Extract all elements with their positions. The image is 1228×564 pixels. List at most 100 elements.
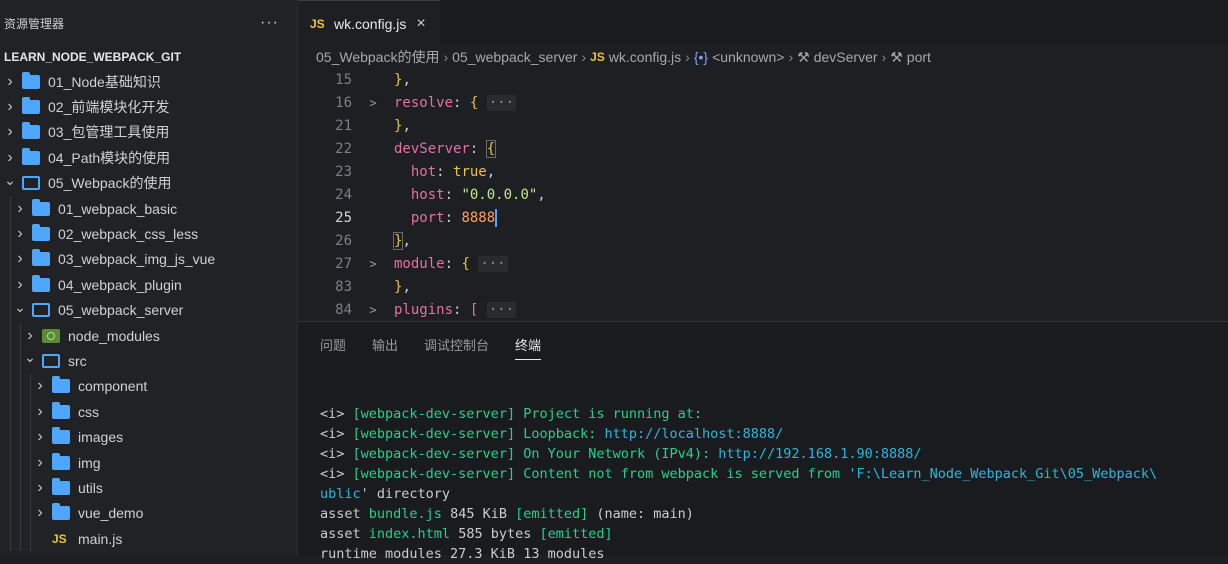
folded-dots[interactable]: ··· [478,255,508,272]
tree-item[interactable]: › 01_webpack_basic [0,195,297,222]
fold-toggle[interactable]: > [352,303,394,317]
indent-guide [30,449,31,476]
tree-item[interactable]: › node_modules [0,322,297,349]
tree-item-label: 05_Webpack的使用 [48,175,172,192]
folded-dots[interactable]: ··· [486,301,517,318]
tree-item[interactable]: › vue_demo [0,500,297,527]
terminal-line: asset bundle.js 845 KiB [emitted] (name:… [320,504,1157,524]
indent-guide [10,246,11,273]
project-root[interactable]: LEARN_NODE_WEBPACK_GIT [0,46,297,68]
tree-item-label: 03_webpack_img_js_vue [58,251,216,268]
indent-guide [10,272,11,298]
explorer-sidebar: 资源管理器 ··· LEARN_NODE_WEBPACK_GIT › 01_Nod… [0,0,298,554]
key: host [410,186,445,203]
terminal-path: ublic [320,486,361,502]
breadcrumb-item-unknown[interactable]: <unknown> [712,49,784,65]
more-actions-icon[interactable]: ··· [260,14,279,32]
indent-guide [10,500,11,527]
indent-guide [10,221,11,247]
tree-item[interactable]: › 03_webpack_img_js_vue [0,246,297,273]
brace: [ [469,301,479,318]
emitted-tag: [emitted] [515,506,589,522]
terminal-text: ' directory [360,486,451,502]
tree-item[interactable]: › css [0,399,297,425]
tab-wk-config[interactable]: JS wk.config.js × [298,0,440,46]
tab-debug-console[interactable]: 调试控制台 [424,329,489,360]
fold-toggle[interactable]: > [352,96,394,110]
tree-item[interactable]: › images [0,424,297,450]
node-modules-folder-icon [42,328,60,343]
indent-guide [10,297,11,323]
object-icon: {•} [693,49,709,65]
info-prefix: <i> [320,406,353,422]
code-editor[interactable]: 15 }, 16 > resolve: { ··· 21 }, 22 devSe… [298,68,1228,321]
chevron-right-icon: › [17,225,23,243]
tree-item[interactable]: › 01_Node基础知识 [0,69,297,94]
indent-guide [10,526,11,552]
punct: , [402,117,411,134]
terminal-text: (name: main) [588,506,694,522]
dev-server-tag: [webpack-dev-server] [352,466,516,482]
folder-icon [32,249,50,267]
folder-open-icon [42,353,60,368]
tab-terminal[interactable]: 终端 [515,329,542,360]
code-line: 16 > resolve: { ··· [298,91,1228,114]
tree-item[interactable]: › 02_webpack_css_less [0,221,297,247]
breadcrumb-item-devserver[interactable]: devServer [814,49,878,65]
indent-guide [30,399,31,425]
terminal-text: Content not from webpack is served from [515,466,849,482]
folded-dots[interactable]: ··· [486,94,517,111]
tab-problems[interactable]: 问题 [320,329,346,360]
indent-guide [10,195,11,222]
line-number: 16 [335,94,352,111]
terminal-link[interactable]: http://localhost:8888/ [604,426,783,442]
indent-guide [30,475,31,501]
tree-item[interactable]: › utils [0,475,297,501]
tree-item[interactable]: › 03_包管理工具使用 [0,120,297,145]
indent-guide [20,322,21,349]
chevron-right-icon: › [37,428,43,446]
chevron-right-icon: › [37,453,43,471]
line-number: 25 [335,209,352,226]
brace: { [461,255,470,272]
indent-guide [20,449,21,476]
folder-open-icon [22,176,40,191]
code-line: 23 hot: true, [298,160,1228,183]
tree-item[interactable]: › img [0,449,297,476]
tree-item[interactable]: › component [0,373,297,400]
breadcrumb-item-folder[interactable]: 05_Webpack的使用 [316,47,439,67]
chevron-right-icon: › [7,148,13,166]
terminal-line: ublic' directory [320,484,1157,504]
chevron-right-icon: › [37,504,43,522]
tree-item[interactable]: ⌄ src [0,348,297,374]
punct: , [402,232,411,249]
key: resolve [394,94,454,111]
chevron-down-icon: ⌄ [14,298,26,315]
tree-item[interactable]: JS main.js [0,526,297,552]
tree-item[interactable]: ⌄ 05_webpack_server [0,297,297,323]
close-icon[interactable]: × [416,15,425,33]
punct: , [402,278,411,295]
code-line-active: 25 port: 8888 [298,206,1228,229]
indent-guide [30,526,31,552]
dev-server-tag: [webpack-dev-server] [352,426,516,442]
tree-item[interactable]: › 04_Path模块的使用 [0,145,297,170]
value: 8888 [461,209,496,226]
breadcrumb-item-subfolder[interactable]: 05_webpack_server [452,49,577,65]
terminal-link[interactable]: http://192.168.1.90:8888/ [718,446,921,462]
terminal-output[interactable]: <i> [webpack-dev-server] Project is runn… [320,404,1157,564]
tab-output[interactable]: 输出 [372,329,398,360]
breadcrumb-item-file[interactable]: wk.config.js [609,49,681,65]
brace: { [485,139,497,158]
chevron-right-icon: › [881,49,887,65]
tree-item[interactable]: › 02_前端模块化开发 [0,94,297,119]
tree-item-label: 01_webpack_basic [58,200,178,217]
tree-item[interactable]: ⌄ 05_Webpack的使用 [0,171,297,196]
terminal-line: <i> [webpack-dev-server] On Your Network… [320,444,1157,464]
chevron-right-icon: › [581,49,587,65]
indent-guide [10,449,11,476]
chevron-right-icon: › [7,98,13,116]
breadcrumb-item-port[interactable]: port [907,49,931,65]
fold-toggle[interactable]: > [352,257,394,271]
tree-item[interactable]: › 04_webpack_plugin [0,272,297,298]
